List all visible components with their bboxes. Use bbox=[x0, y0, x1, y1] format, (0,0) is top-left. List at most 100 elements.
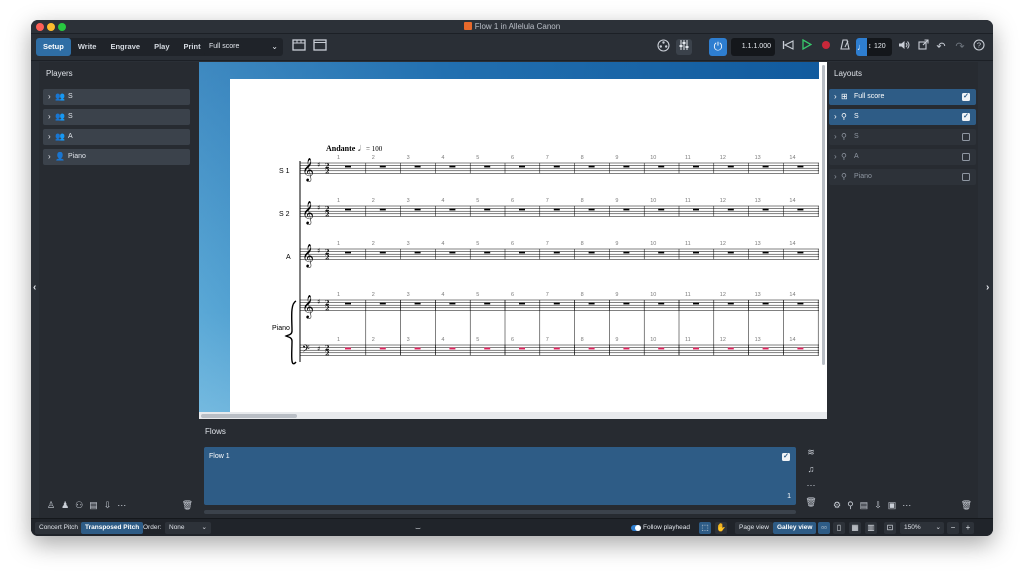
add-section-player-icon[interactable]: ♟ bbox=[61, 500, 69, 514]
sort-icon[interactable]: ⇩ bbox=[104, 500, 112, 514]
score-vertical-scrollbar[interactable] bbox=[819, 62, 827, 412]
trash-icon[interactable]: 🗑 bbox=[182, 500, 193, 514]
layout-row[interactable]: › ⚲ A bbox=[829, 149, 976, 165]
chevron-right-icon[interactable]: › bbox=[834, 109, 837, 125]
left-zone-toggle-icon[interactable]: ‹ bbox=[33, 282, 36, 293]
chevron-right-icon[interactable]: › bbox=[834, 149, 837, 165]
chevron-right-icon[interactable]: › bbox=[834, 129, 837, 145]
zoom-to-fit-icon[interactable]: ⊡ bbox=[884, 522, 896, 534]
layout-row[interactable]: › ⚲ Piano bbox=[829, 169, 976, 185]
player-row[interactable]: › 👥 S bbox=[43, 109, 190, 125]
add-group-icon[interactable]: ⚇ bbox=[75, 500, 83, 514]
chevron-right-icon[interactable]: › bbox=[48, 109, 51, 125]
sort-icon[interactable]: ⇩ bbox=[874, 500, 882, 514]
video-icon[interactable] bbox=[655, 39, 671, 55]
rewind-to-start-icon[interactable] bbox=[780, 39, 796, 55]
score-view[interactable]: Andante 𝅗𝅥 = 100 S 1 S 2 A Piano 𝄞 ♯ 2 2 1 2 3… bbox=[199, 62, 827, 419]
flow-checkbox[interactable]: ✓ bbox=[782, 453, 790, 461]
play-icon[interactable] bbox=[799, 38, 815, 55]
duplicate-icon[interactable]: ▣ bbox=[888, 500, 897, 514]
score-svg[interactable]: Andante 𝅗𝅥 = 100 S 1 S 2 A Piano 𝄞 ♯ 221 2 3… bbox=[230, 79, 827, 419]
score-horizontal-thumb[interactable] bbox=[201, 413, 297, 418]
music-note-icon[interactable]: ♫ bbox=[808, 464, 815, 474]
help-icon[interactable]: ? bbox=[971, 39, 987, 55]
zoom-value: 150% bbox=[904, 524, 921, 531]
metronome-icon[interactable] bbox=[837, 39, 853, 55]
more-icon[interactable]: ⋯ bbox=[807, 480, 816, 491]
player-row[interactable]: › 👥 A bbox=[43, 129, 190, 145]
order-select[interactable]: None ⌄ bbox=[165, 522, 211, 534]
transposed-pitch-button[interactable]: Transposed Pitch bbox=[81, 522, 144, 534]
page-arrangement-grid-icon[interactable]: ▦ bbox=[849, 522, 861, 534]
add-single-player-icon[interactable]: ♙ bbox=[47, 500, 55, 514]
tab-write[interactable]: Write bbox=[71, 38, 104, 56]
concert-pitch-button[interactable]: Concert Pitch bbox=[35, 522, 83, 534]
right-zone-toggle-icon[interactable]: › bbox=[986, 282, 989, 293]
layout-checkbox[interactable] bbox=[962, 173, 970, 181]
score-horizontal-scrollbar[interactable] bbox=[199, 412, 827, 419]
whole-rest bbox=[762, 208, 769, 211]
more-icon[interactable]: ⋯ bbox=[117, 500, 126, 514]
bar-number: 11 bbox=[685, 198, 691, 204]
score-page[interactable]: Andante 𝅗𝅥 = 100 S 1 S 2 A Piano 𝄞 ♯ 2 2 1 2 3… bbox=[230, 79, 827, 419]
layout-row-full-score[interactable]: › ⊞ Full score ✓ bbox=[829, 89, 976, 105]
player-row[interactable]: › 👤 Piano bbox=[43, 149, 190, 165]
chevron-right-icon[interactable]: › bbox=[834, 169, 837, 185]
trash-icon[interactable]: 🗑 bbox=[805, 497, 816, 508]
layout-checkbox[interactable]: ✓ bbox=[962, 113, 970, 121]
chevron-right-icon[interactable]: › bbox=[48, 129, 51, 145]
add-flow-icon[interactable]: ≋ bbox=[807, 447, 815, 458]
flows-scrollbar[interactable] bbox=[204, 510, 796, 514]
chevron-right-icon[interactable]: › bbox=[48, 149, 51, 165]
page-arrangement-spreads-icon[interactable]: ▫▫ bbox=[818, 522, 830, 534]
bar-number: 9 bbox=[615, 292, 618, 298]
tab-print[interactable]: Print bbox=[177, 38, 208, 56]
record-icon[interactable] bbox=[818, 39, 834, 55]
undo-icon[interactable]: ↶ bbox=[933, 39, 949, 55]
zoom-out-icon[interactable]: − bbox=[947, 522, 959, 534]
whole-rest bbox=[414, 251, 421, 254]
zoom-select[interactable]: 150% ⌄ bbox=[900, 522, 944, 534]
add-custom-score-icon[interactable]: ▤ bbox=[860, 500, 869, 514]
page-arrangement-icon[interactable] bbox=[291, 39, 307, 55]
layout-checkbox[interactable]: ✓ bbox=[962, 93, 970, 101]
redo-icon[interactable]: ↷ bbox=[952, 39, 968, 55]
page-arrangement-vertical-icon[interactable]: ▯ bbox=[833, 522, 845, 534]
bar-number: 3 bbox=[407, 337, 410, 343]
lower-zone-toggle-icon[interactable]: ⌣ bbox=[415, 522, 421, 534]
hand-tool-icon[interactable]: ✋ bbox=[715, 522, 727, 534]
chevron-right-icon[interactable]: › bbox=[48, 89, 51, 105]
add-instrument-icon[interactable]: ▤ bbox=[89, 500, 98, 514]
layout-checkbox[interactable] bbox=[962, 153, 970, 161]
add-layout-icon[interactable]: ⚙ bbox=[833, 500, 841, 514]
add-part-icon[interactable]: ⚲ bbox=[847, 500, 854, 514]
tab-play[interactable]: Play bbox=[147, 38, 176, 56]
player-row[interactable]: › 👥 S bbox=[43, 89, 190, 105]
layout-select[interactable]: Full score ⌄ bbox=[204, 38, 283, 56]
page-view-button[interactable]: Page view bbox=[735, 522, 773, 534]
chevron-right-icon[interactable]: › bbox=[834, 89, 837, 105]
tab-engrave[interactable]: Engrave bbox=[103, 38, 147, 56]
galley-view-button[interactable]: Galley view bbox=[773, 522, 817, 534]
window-layout-icon[interactable] bbox=[312, 39, 328, 55]
whole-rest bbox=[414, 302, 421, 305]
tempo-display[interactable]: ♩ 120 ↕ bbox=[856, 38, 892, 56]
tab-setup[interactable]: Setup bbox=[36, 38, 71, 56]
page-arrangement-horizontal-icon[interactable]: ▥ bbox=[865, 522, 877, 534]
layout-row[interactable]: › ⚲ S bbox=[829, 129, 976, 145]
activate-project-button[interactable]: ⏻ bbox=[709, 38, 727, 56]
more-icon[interactable]: ⋯ bbox=[902, 500, 911, 514]
time-signature-denominator: 2 bbox=[325, 168, 330, 176]
score-vertical-thumb[interactable] bbox=[822, 65, 825, 365]
layout-checkbox[interactable] bbox=[962, 133, 970, 141]
volume-icon[interactable] bbox=[896, 39, 912, 55]
layout-row[interactable]: › ⚲ S ✓ bbox=[829, 109, 976, 125]
follow-playhead-toggle[interactable] bbox=[631, 525, 641, 531]
zoom-in-icon[interactable]: + bbox=[962, 522, 974, 534]
export-icon[interactable] bbox=[915, 39, 931, 55]
flow-card[interactable]: Flow 1 ✓ 1 bbox=[204, 447, 796, 505]
trash-icon[interactable]: 🗑 bbox=[961, 500, 972, 514]
selection-tool-icon[interactable]: ⬚ bbox=[699, 522, 711, 534]
bar-number: 14 bbox=[789, 155, 795, 161]
mixer-icon[interactable] bbox=[676, 39, 692, 55]
